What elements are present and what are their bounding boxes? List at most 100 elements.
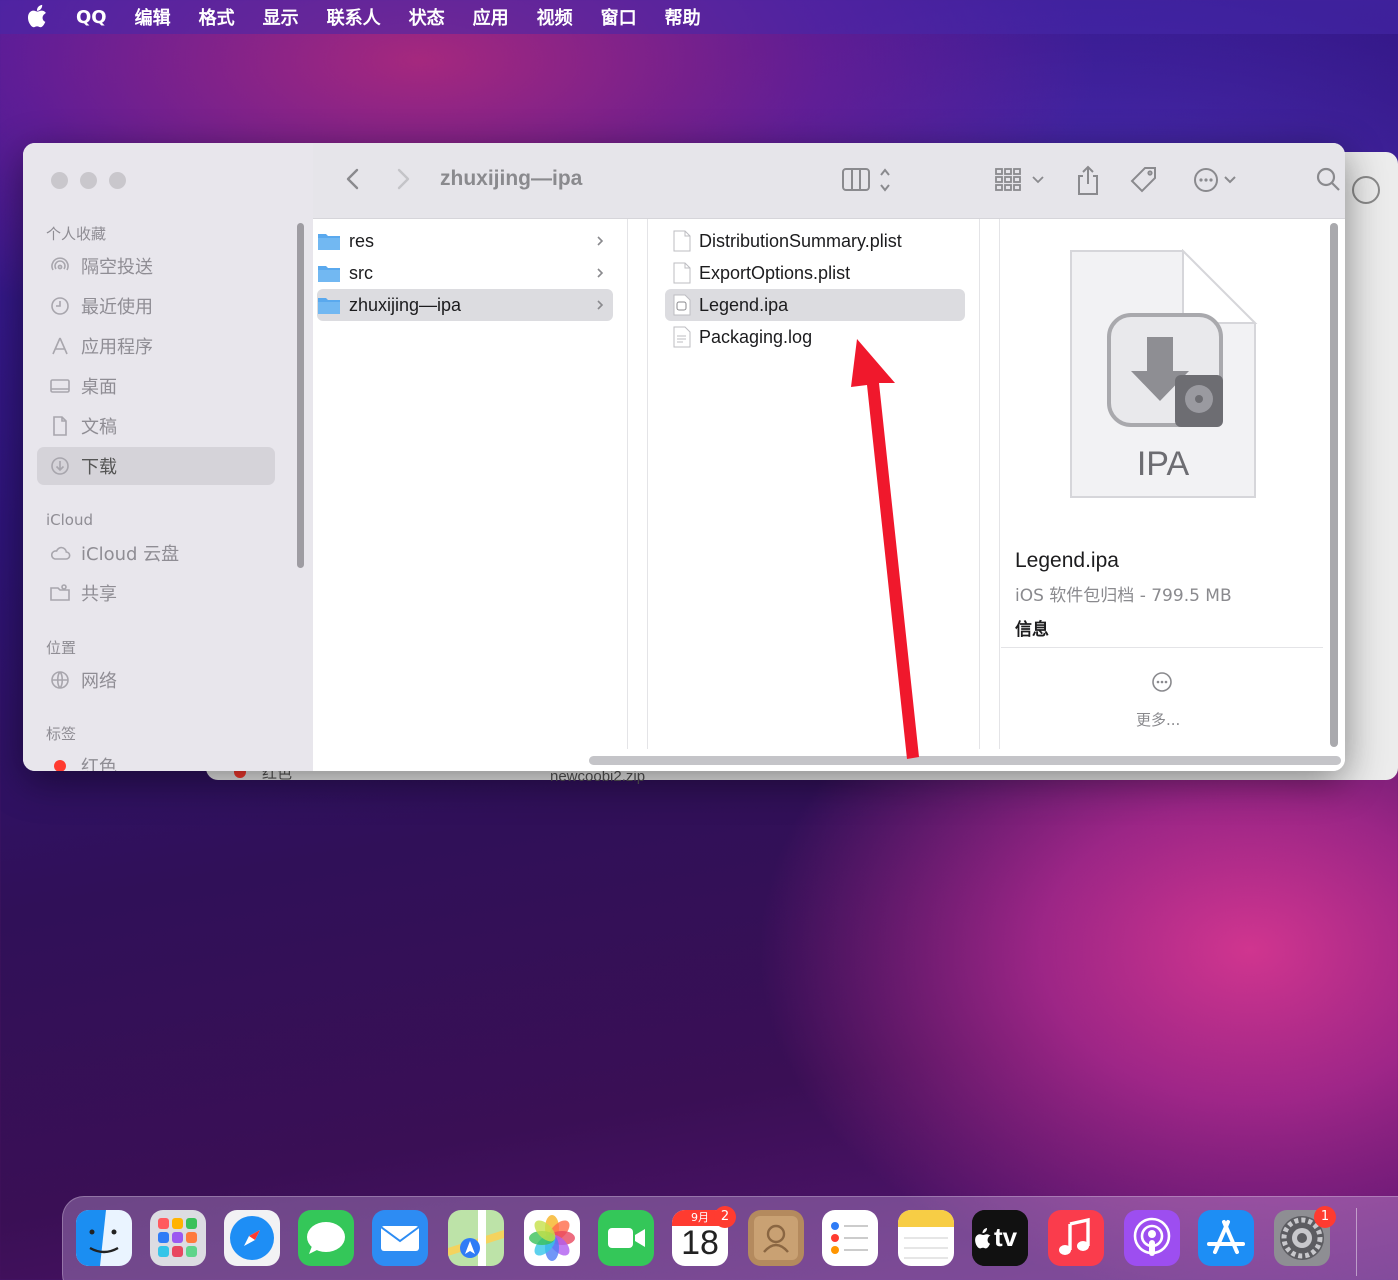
messages-app-icon[interactable] — [298, 1210, 354, 1266]
group-icon[interactable] — [993, 165, 1051, 195]
sidebar: 个人收藏 隔空投送 最近使用 应用程序 桌面 文稿 下载 iCloud iClo… — [23, 143, 313, 771]
sidebar-item-desktop[interactable]: 桌面 — [37, 367, 275, 405]
list-item-distribution-summary[interactable]: DistributionSummary.plist — [665, 225, 965, 257]
finder-app-icon[interactable] — [76, 1210, 132, 1266]
cloud-icon — [50, 546, 71, 560]
music-app-icon[interactable] — [1048, 1210, 1104, 1266]
sidebar-item-label: 网络 — [81, 671, 117, 692]
search-icon[interactable] — [1315, 165, 1343, 195]
app-store-app-icon[interactable] — [1198, 1210, 1254, 1266]
share-icon[interactable] — [1075, 165, 1101, 197]
sidebar-header-favorites: 个人收藏 — [46, 225, 107, 243]
sidebar-item-label: iCloud 云盘 — [81, 544, 180, 565]
folder-icon — [318, 266, 340, 282]
column-divider[interactable] — [647, 219, 648, 749]
menu-video[interactable]: 视频 — [537, 4, 573, 30]
sidebar-item-label: 隔空投送 — [81, 257, 153, 278]
zoom-window-button[interactable] — [109, 172, 126, 189]
clock-icon — [51, 297, 69, 315]
sidebar-item-recents[interactable]: 最近使用 — [37, 287, 275, 325]
safari-app-icon[interactable] — [224, 1210, 280, 1266]
sidebar-item-tag-red[interactable]: 红色 — [37, 747, 275, 771]
calendar-badge: 2 — [714, 1206, 736, 1228]
photos-app-icon[interactable] — [524, 1210, 580, 1266]
menu-contacts[interactable]: 联系人 — [327, 4, 381, 30]
contacts-app-icon[interactable] — [748, 1210, 804, 1266]
log-file-icon — [673, 326, 691, 348]
sidebar-item-downloads[interactable]: 下载 — [37, 447, 275, 485]
close-window-button[interactable] — [51, 172, 68, 189]
forward-icon[interactable] — [393, 165, 413, 193]
preview-file-name: Legend.ipa — [1015, 549, 1119, 572]
column-divider[interactable] — [627, 219, 628, 749]
tv-app-icon[interactable]: tv — [972, 1210, 1028, 1266]
sidebar-scrollbar[interactable] — [297, 223, 304, 568]
menu-status[interactable]: 状态 — [409, 4, 445, 30]
window-title: zhuxijing—ipa — [440, 167, 583, 190]
tag-icon[interactable] — [1129, 165, 1159, 195]
menu-edit[interactable]: 编辑 — [135, 4, 171, 30]
menu-view[interactable]: 显示 — [263, 4, 299, 30]
desktop-icon — [50, 379, 70, 393]
list-item-export-options[interactable]: ExportOptions.plist — [665, 257, 965, 289]
back-icon[interactable] — [343, 165, 363, 193]
more-button[interactable]: 更多... — [1136, 709, 1180, 730]
file-name: src — [349, 262, 373, 283]
launchpad-app-icon[interactable] — [150, 1210, 206, 1266]
menu-window[interactable]: 窗口 — [601, 4, 637, 30]
ipa-icon-label: IPA — [1137, 445, 1190, 483]
sidebar-header-tags: 标签 — [46, 725, 77, 743]
sidebar-header-icloud: iCloud — [46, 511, 94, 529]
network-icon — [51, 671, 69, 689]
file-name: Legend.ipa — [699, 294, 789, 315]
shared-folder-icon — [50, 584, 70, 601]
menu-format[interactable]: 格式 — [199, 4, 235, 30]
plist-file-icon — [673, 230, 691, 252]
list-item-src[interactable]: src — [317, 257, 613, 289]
column-divider[interactable] — [979, 219, 980, 749]
sidebar-item-airdrop[interactable]: 隔空投送 — [37, 247, 275, 285]
sidebar-item-label: 共享 — [81, 584, 117, 605]
toolbar: zhuxijing—ipa — [313, 143, 1345, 219]
sidebar-item-network[interactable]: 网络 — [37, 661, 275, 699]
sidebar-item-label: 应用程序 — [81, 337, 153, 358]
podcasts-app-icon[interactable] — [1124, 1210, 1180, 1266]
list-item-res[interactable]: res — [317, 225, 613, 257]
sidebar-item-applications[interactable]: 应用程序 — [37, 327, 275, 365]
menu-help[interactable]: 帮助 — [665, 4, 701, 30]
preview-info-heading: 信息 — [1015, 620, 1049, 640]
minimize-window-button[interactable] — [80, 172, 97, 189]
vertical-scrollbar[interactable] — [1330, 223, 1338, 747]
column-view-icon[interactable] — [841, 165, 903, 195]
maps-app-icon[interactable] — [448, 1210, 504, 1266]
sidebar-item-documents[interactable]: 文稿 — [37, 407, 275, 445]
column-divider[interactable] — [999, 219, 1000, 749]
reminders-app-icon[interactable] — [822, 1210, 878, 1266]
applications-icon — [52, 337, 68, 355]
sidebar-item-icloud-drive[interactable]: iCloud 云盘 — [37, 534, 275, 572]
horizontal-scrollbar[interactable] — [589, 756, 1341, 765]
menu-app-name[interactable]: QQ — [76, 7, 107, 28]
sidebar-item-shared[interactable]: 共享 — [37, 574, 275, 612]
file-name: res — [349, 230, 375, 251]
folder-icon — [318, 234, 340, 250]
more-actions-icon[interactable] — [1191, 165, 1241, 195]
notes-app-icon[interactable] — [898, 1210, 954, 1266]
dock-separator — [1356, 1208, 1357, 1276]
column-browser: res src zhuxijing—ipa DistributionSummar… — [313, 219, 1345, 771]
document-icon — [53, 416, 67, 436]
apple-logo-icon[interactable] — [26, 4, 50, 30]
download-icon — [51, 457, 69, 475]
mail-app-icon[interactable] — [372, 1210, 428, 1266]
list-item-legend-ipa[interactable]: Legend.ipa — [665, 289, 965, 321]
finder-window: 个人收藏 隔空投送 最近使用 应用程序 桌面 文稿 下载 iCloud iClo… — [23, 143, 1345, 771]
list-item-zhuxijing-ipa[interactable]: zhuxijing—ipa — [317, 289, 613, 321]
facetime-app-icon[interactable] — [598, 1210, 654, 1266]
folder-icon — [318, 298, 340, 314]
more-icon[interactable] — [1151, 671, 1173, 693]
file-name: Packaging.log — [699, 326, 813, 347]
menu-apps[interactable]: 应用 — [473, 4, 509, 30]
chevron-right-icon — [597, 268, 604, 278]
preview-divider — [1001, 647, 1323, 648]
file-name: ExportOptions.plist — [699, 262, 851, 283]
